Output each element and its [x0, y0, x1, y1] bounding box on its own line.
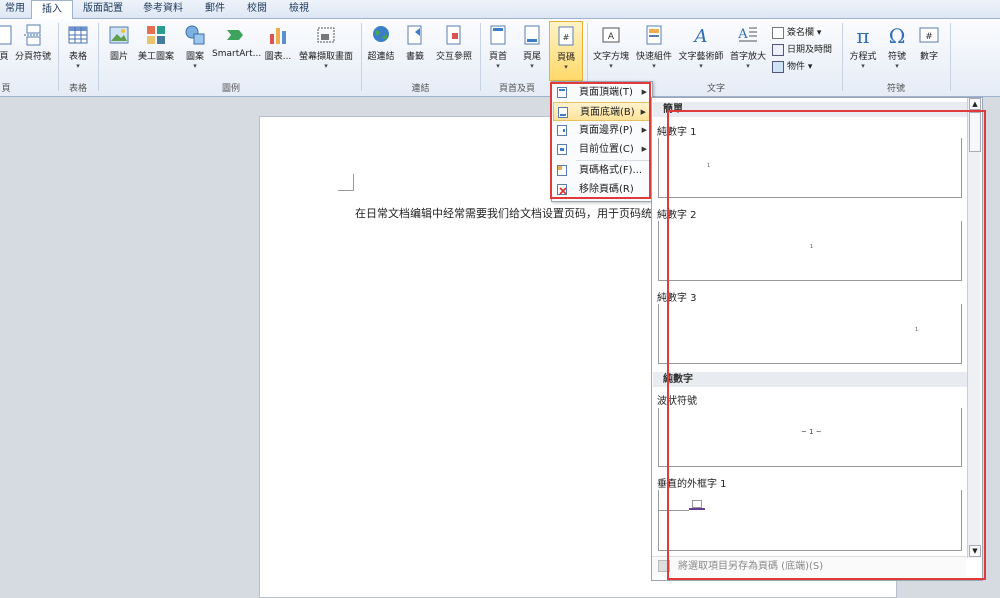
- footer-icon: [524, 25, 540, 45]
- page-break-button[interactable]: 分頁符號: [12, 24, 54, 62]
- dropdown-arrow-icon: ▾: [652, 62, 656, 70]
- number-icon: #: [919, 27, 939, 43]
- drop-cap-button[interactable]: A 首字放大 ▾: [728, 24, 768, 70]
- dropdown-arrow-icon: ▾: [895, 62, 899, 70]
- table-icon: [68, 26, 88, 44]
- cross-reference-button[interactable]: 交互參照: [432, 24, 476, 62]
- signature-icon: [772, 26, 784, 39]
- footer-button[interactable]: 頁尾 ▾: [518, 24, 546, 70]
- dropdown-arrow-icon: ▾: [530, 62, 534, 70]
- globe-link-icon: [373, 26, 389, 42]
- group-label-links: 連結: [411, 84, 430, 94]
- quick-parts-icon: [646, 25, 662, 45]
- shapes-icon: [185, 25, 205, 45]
- tab-review[interactable]: 校閱: [240, 0, 274, 18]
- margin-corner-marker: [338, 174, 354, 191]
- group-separator: [361, 23, 362, 91]
- smartart-icon: [227, 30, 243, 40]
- group-separator: [842, 23, 843, 91]
- smartart-button[interactable]: SmartArt...: [212, 24, 261, 59]
- picture-icon: [109, 26, 129, 44]
- group-separator: [98, 23, 99, 91]
- clipart-icon: [147, 26, 165, 44]
- dropdown-arrow-icon: ▾: [496, 62, 500, 70]
- hyperlink-button[interactable]: 超連結: [365, 24, 397, 62]
- document-body-text[interactable]: 在日常文档编辑中经常需要我们给文档设置页码，用于页码统: [355, 205, 652, 221]
- signature-line-button[interactable]: 簽名欄 ▾: [772, 25, 821, 39]
- calendar-icon: [772, 43, 784, 56]
- dropdown-arrow-icon: ▾: [609, 62, 613, 70]
- table-button[interactable]: 表格 ▾: [63, 24, 93, 70]
- svg-text:Ω: Ω: [889, 24, 906, 46]
- cross-reference-icon: [446, 25, 461, 45]
- page-number-icon: #: [558, 26, 574, 46]
- svg-text:A: A: [693, 26, 708, 46]
- ribbon-tab-bar: 常用 插入 版面配置 參考資料 郵件 校閱 檢視: [0, 0, 1000, 20]
- svg-text:A: A: [608, 32, 615, 42]
- tab-mailings[interactable]: 郵件: [198, 0, 232, 18]
- number-button[interactable]: # 數字: [914, 24, 944, 62]
- dropdown-arrow-icon: ▾: [746, 62, 750, 70]
- red-highlight-gallery: [667, 110, 986, 580]
- svg-text:#: #: [563, 33, 570, 42]
- tab-page-layout[interactable]: 版面配置: [78, 0, 128, 18]
- group-separator: [58, 23, 59, 91]
- header-icon: [490, 25, 506, 45]
- picture-button[interactable]: 圖片: [104, 24, 134, 62]
- dropdown-arrow-icon: ▾: [76, 62, 80, 70]
- svg-text:π: π: [856, 24, 869, 46]
- drop-cap-icon: A: [737, 27, 757, 42]
- tab-references[interactable]: 參考資料: [138, 0, 188, 18]
- page-number-button[interactable]: # 頁碼 ▾: [549, 21, 583, 81]
- object-button[interactable]: 物件 ▾: [772, 59, 812, 73]
- group-separator: [950, 23, 951, 91]
- screenshot-button[interactable]: 螢幕擷取畫面 ▾: [296, 24, 356, 70]
- group-label-pages: 頁: [1, 84, 11, 94]
- group-separator: [480, 23, 481, 91]
- symbol-button[interactable]: Ω 符號 ▾: [882, 24, 912, 70]
- quick-parts-button[interactable]: 快速組件 ▾: [634, 24, 674, 70]
- dropdown-arrow-icon: ▾: [564, 63, 568, 71]
- date-time-button[interactable]: 日期及時間: [772, 42, 832, 56]
- pi-icon: π: [856, 24, 869, 46]
- textbox-button[interactable]: A 文字方塊 ▾: [591, 24, 631, 70]
- dropdown-arrow-icon: ▾: [699, 62, 703, 70]
- scroll-up-icon[interactable]: ▲: [969, 98, 981, 110]
- dropdown-arrow-icon: ▾: [193, 62, 197, 70]
- bookmark-icon: [407, 25, 422, 45]
- header-button[interactable]: 頁首 ▾: [484, 24, 512, 70]
- clipart-button[interactable]: 美工圖案: [136, 24, 176, 62]
- svg-text:#: #: [925, 32, 933, 42]
- group-label-illustrations: 圖例: [221, 84, 240, 94]
- tab-home[interactable]: 常用: [0, 0, 30, 18]
- wordart-icon: A: [693, 26, 708, 46]
- tab-insert[interactable]: 插入: [31, 0, 73, 20]
- dropdown-arrow-icon: ▾: [861, 62, 865, 70]
- group-label-symbols: 符號: [886, 84, 905, 94]
- group-label-tables: 表格: [68, 84, 87, 94]
- group-label-header-footer: 頁首及頁: [498, 84, 535, 94]
- textbox-icon: A: [602, 27, 620, 43]
- chart-icon: [270, 28, 286, 44]
- tab-view[interactable]: 檢視: [282, 0, 316, 18]
- bookmark-button[interactable]: 書籤: [402, 24, 428, 62]
- wordart-button[interactable]: A 文字藝術師 ▾: [676, 24, 726, 70]
- screenshot-icon: [317, 27, 335, 43]
- page-break-icon: [24, 24, 42, 46]
- shapes-button[interactable]: 圖案 ▾: [180, 24, 210, 70]
- chart-button[interactable]: 圖表...: [262, 24, 294, 62]
- omega-icon: Ω: [889, 24, 906, 46]
- svg-text:A: A: [737, 27, 748, 42]
- object-icon: [772, 60, 784, 73]
- dropdown-arrow-icon: ▾: [324, 62, 328, 70]
- equation-button[interactable]: π 方程式 ▾: [846, 24, 880, 70]
- red-highlight-menu: [550, 82, 651, 199]
